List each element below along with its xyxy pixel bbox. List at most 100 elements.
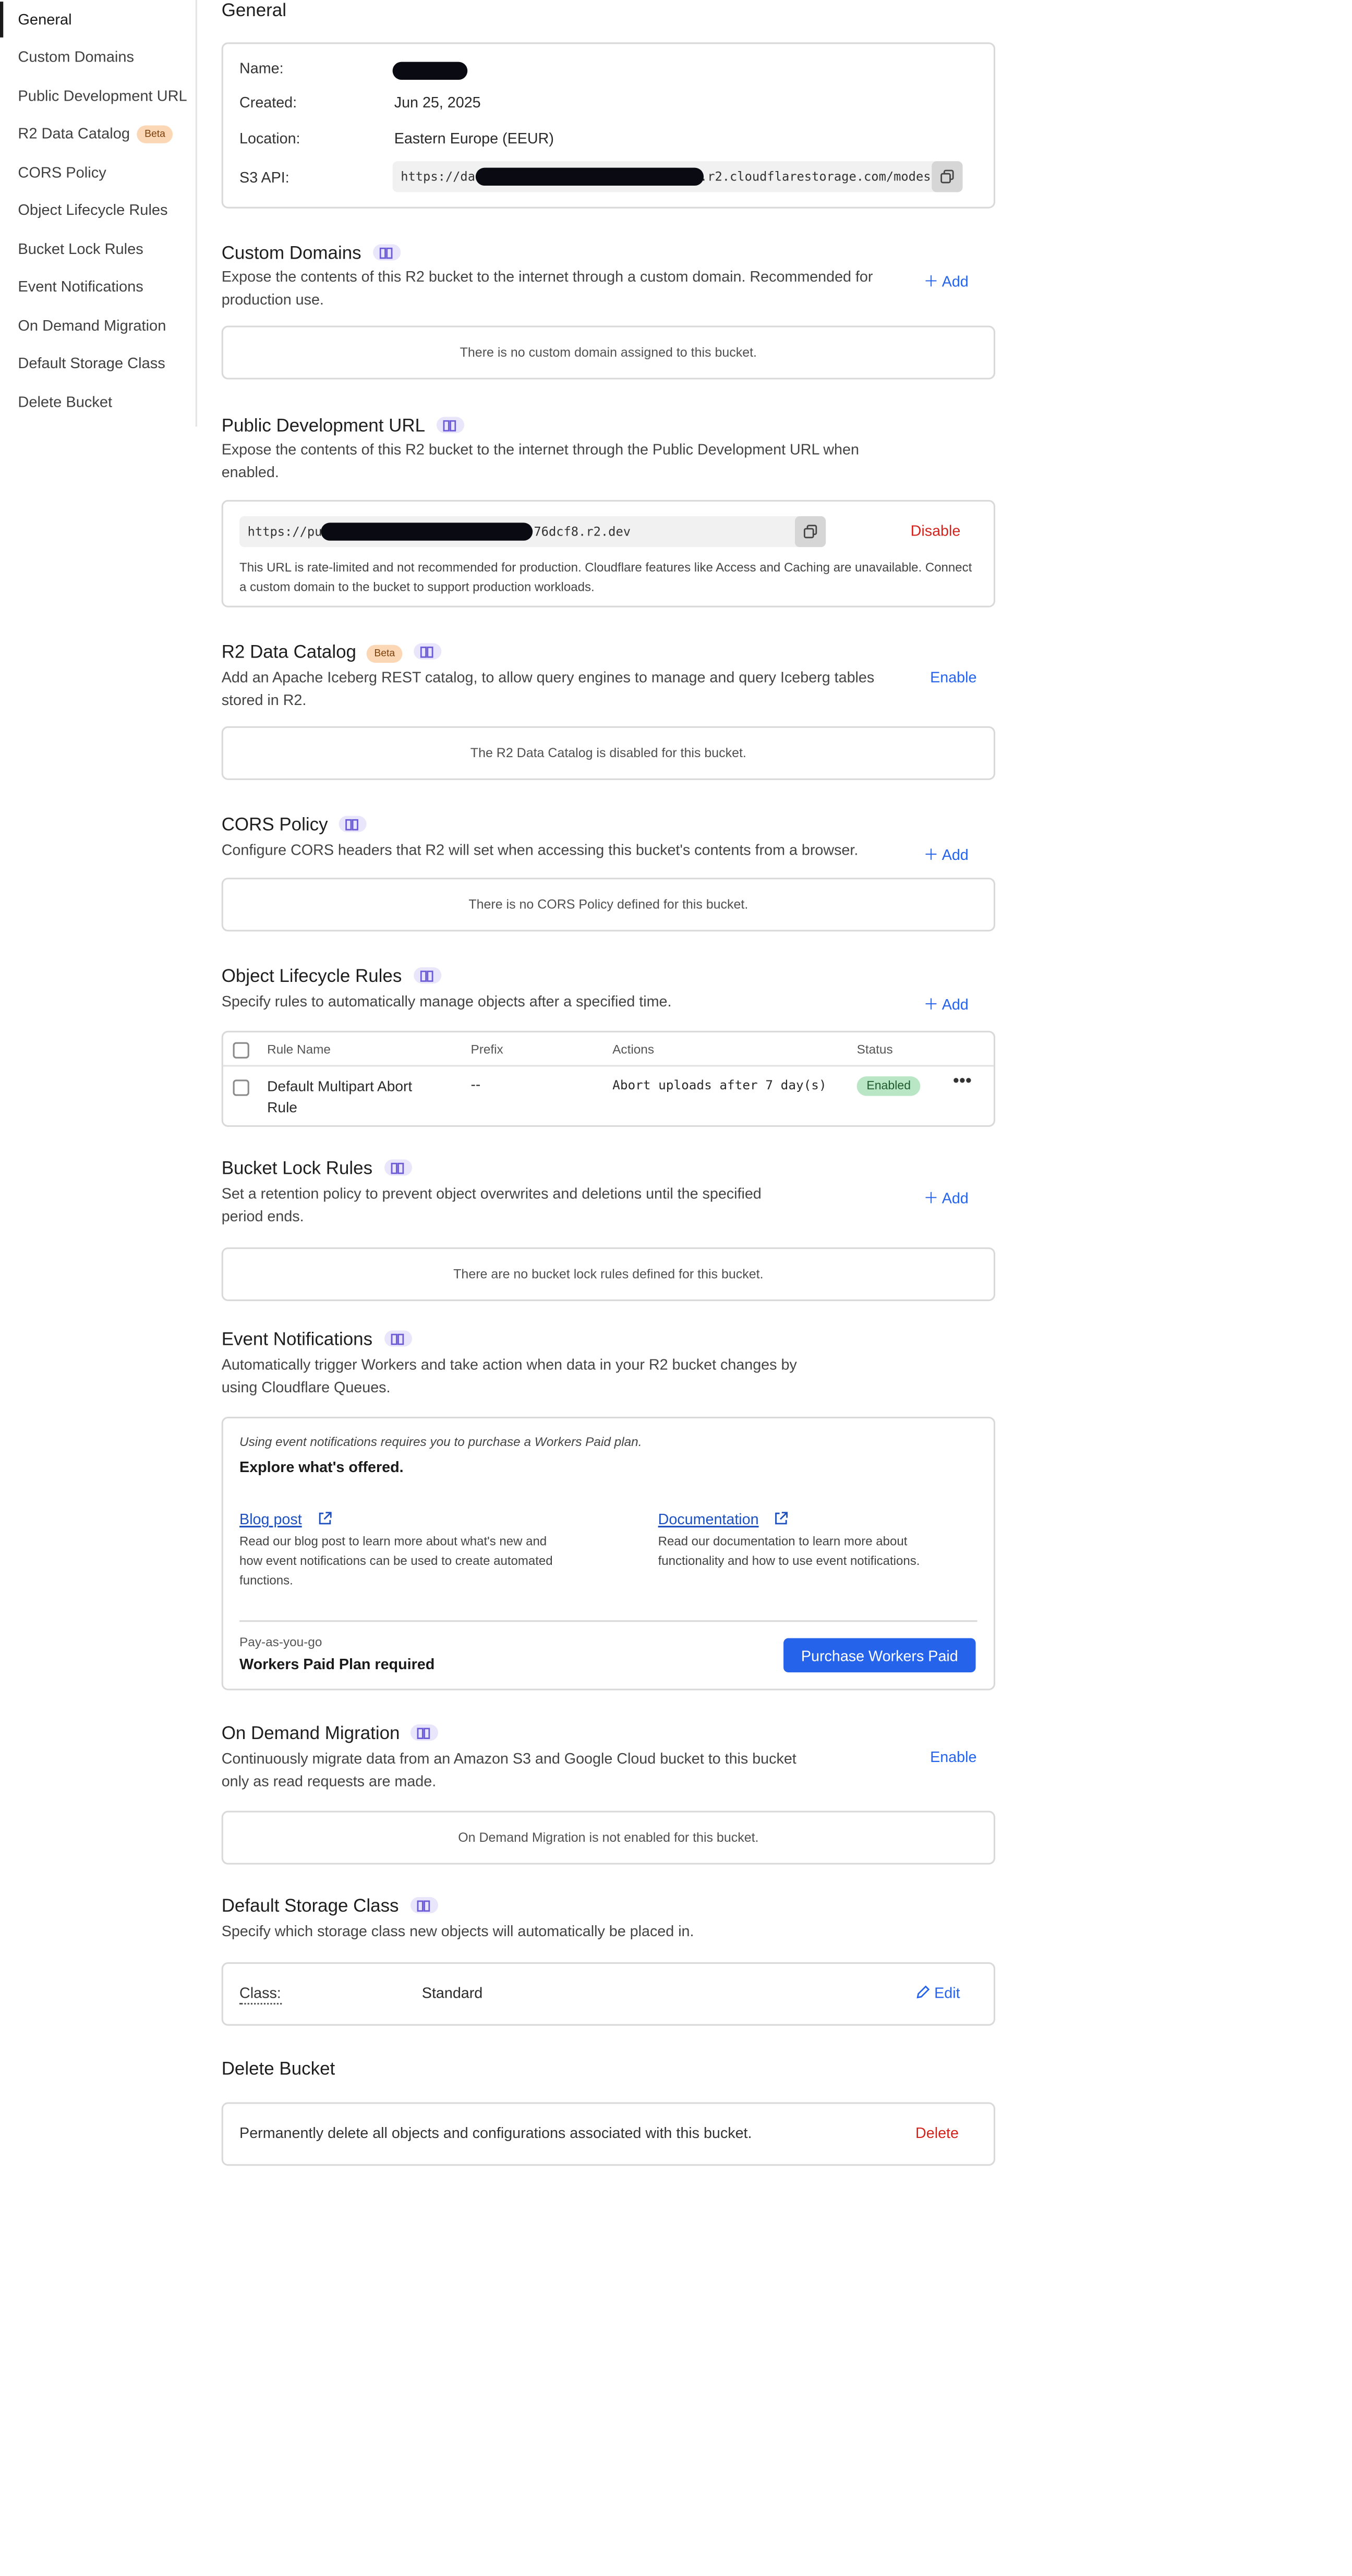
empty-state-card: There is no custom domain assigned to th… bbox=[221, 325, 996, 380]
section-title-public-dev-url: Public Development URL bbox=[222, 417, 464, 436]
section-description: Add an Apache Iceberg REST catalog, to a… bbox=[221, 669, 875, 708]
delete-bucket-button[interactable]: Delete bbox=[915, 2125, 959, 2141]
button-label: Add bbox=[941, 273, 969, 290]
disable-button[interactable]: Disable bbox=[911, 523, 961, 539]
created-label: Created: bbox=[239, 94, 297, 111]
title-text: CORS Policy bbox=[221, 816, 328, 835]
sidebar-item-on-demand-migration[interactable]: On Demand Migration bbox=[0, 308, 196, 344]
s3-api-field[interactable]: https://da .r2.cloudflarestorage.com/mode… bbox=[392, 161, 963, 192]
docs-icon[interactable] bbox=[411, 1724, 439, 1741]
add-bucket-lock-rule-button[interactable]: ＋ Add bbox=[924, 1185, 969, 1208]
sidebar-item-default-storage-class[interactable]: Default Storage Class bbox=[0, 345, 196, 381]
copy-icon bbox=[940, 169, 954, 184]
sidebar-item-label: Custom Domains bbox=[18, 48, 135, 65]
empty-state-card: On Demand Migration is not enabled for t… bbox=[221, 1811, 996, 1865]
general-card: Name: Created: Jun 25, 2025 Location: Ea… bbox=[221, 42, 996, 209]
class-value: Standard bbox=[421, 1985, 483, 2001]
sidebar-item-general[interactable]: General bbox=[0, 2, 196, 38]
copy-button[interactable] bbox=[794, 516, 826, 548]
empty-state-text: There are no bucket lock rules defined f… bbox=[453, 1267, 764, 1282]
link-label: Blog post bbox=[239, 1511, 302, 1528]
sidebar-item-custom-domains[interactable]: Custom Domains bbox=[0, 39, 196, 75]
empty-state-text: The R2 Data Catalog is disabled for this… bbox=[470, 746, 746, 761]
plus-icon: ＋ bbox=[923, 846, 939, 864]
copy-icon bbox=[803, 525, 817, 539]
copy-button[interactable] bbox=[932, 161, 963, 192]
row-checkbox[interactable] bbox=[233, 1079, 249, 1096]
empty-state-text: There is no CORS Policy defined for this… bbox=[468, 897, 749, 912]
sidebar-item-cors-policy[interactable]: CORS Policy bbox=[0, 155, 196, 191]
sidebar-item-r2-data-catalog[interactable]: R2 Data Catalog Beta bbox=[0, 116, 196, 152]
documentation-link[interactable]: Documentation bbox=[658, 1503, 789, 1532]
redacted-dev-url bbox=[321, 523, 533, 541]
column-header-rule-name: Rule Name bbox=[267, 1042, 331, 1057]
section-title-default-storage-class: Default Storage Class bbox=[222, 1897, 438, 1917]
divider bbox=[223, 1065, 994, 1067]
s3-api-label: S3 API: bbox=[239, 169, 289, 186]
location-label: Location: bbox=[239, 130, 300, 147]
add-cors-policy-button[interactable]: ＋ Add bbox=[924, 842, 969, 865]
button-label: Add bbox=[941, 846, 969, 864]
section-title-event-notifications: Event Notifications bbox=[222, 1330, 412, 1350]
title-text: Bucket Lock Rules bbox=[221, 1159, 373, 1179]
section-description: Specify which storage class new objects … bbox=[221, 1923, 694, 1940]
dev-url-suffix: 76dcf8.r2.dev bbox=[534, 524, 631, 539]
more-options-icon[interactable]: ••• bbox=[953, 1072, 972, 1091]
sidebar-item-label: R2 Data Catalog bbox=[18, 125, 130, 142]
blog-post-description: Read our blog post to learn more about w… bbox=[239, 1534, 553, 1587]
delete-bucket-card: Permanently delete all objects and confi… bbox=[221, 2102, 996, 2166]
rate-limit-note: This URL is rate-limited and not recomme… bbox=[239, 560, 972, 594]
docs-icon[interactable] bbox=[410, 1897, 438, 1914]
dev-url-prefix: https://pu bbox=[247, 524, 322, 539]
sidebar-item-label: Default Storage Class bbox=[18, 355, 165, 371]
empty-state-card: The R2 Data Catalog is disabled for this… bbox=[221, 726, 996, 780]
docs-icon[interactable] bbox=[383, 1330, 412, 1347]
divider bbox=[239, 1620, 977, 1622]
plan-caption: Pay-as-you-go bbox=[239, 1635, 322, 1650]
sidebar: General Custom Domains Public Developmen… bbox=[0, 0, 197, 427]
section-title-delete-bucket: Delete Bucket bbox=[221, 2060, 335, 2080]
docs-icon[interactable] bbox=[414, 643, 442, 660]
sidebar-item-object-lifecycle-rules[interactable]: Object Lifecycle Rules bbox=[0, 192, 196, 228]
docs-icon[interactable] bbox=[372, 244, 401, 261]
edit-storage-class-button[interactable]: Edit bbox=[915, 1985, 960, 2001]
column-header-prefix: Prefix bbox=[470, 1042, 503, 1057]
sidebar-item-label: Bucket Lock Rules bbox=[18, 241, 143, 258]
section-description: Expose the contents of this R2 bucket to… bbox=[221, 269, 873, 307]
enable-migration-button[interactable]: Enable bbox=[930, 1749, 976, 1765]
docs-icon[interactable] bbox=[413, 967, 441, 984]
docs-icon[interactable] bbox=[436, 417, 464, 433]
name-label: Name: bbox=[239, 60, 284, 77]
section-title-data-catalog: R2 Data Catalog Beta bbox=[222, 643, 442, 663]
title-text: R2 Data Catalog bbox=[221, 643, 357, 663]
dev-url-field[interactable]: https://pu 76dcf8.r2.dev bbox=[239, 516, 826, 548]
select-all-checkbox[interactable] bbox=[233, 1042, 249, 1059]
beta-badge: Beta bbox=[366, 645, 403, 663]
enable-data-catalog-button[interactable]: Enable bbox=[930, 669, 976, 685]
docs-icon[interactable] bbox=[339, 816, 367, 832]
section-title-on-demand-migration: On Demand Migration bbox=[222, 1724, 439, 1744]
button-label: Add bbox=[941, 997, 969, 1013]
class-label: Class: bbox=[239, 1985, 281, 2005]
blog-post-link[interactable]: Blog post bbox=[239, 1503, 332, 1532]
lifecycle-rules-table: Rule Name Prefix Actions Status Default … bbox=[221, 1030, 996, 1127]
add-custom-domain-button[interactable]: ＋ Add bbox=[924, 269, 969, 291]
plus-icon: ＋ bbox=[923, 273, 939, 290]
prefix-cell: -- bbox=[470, 1076, 481, 1093]
section-title-cors-policy: CORS Policy bbox=[222, 816, 367, 835]
created-value: Jun 25, 2025 bbox=[394, 94, 481, 111]
sidebar-item-label: On Demand Migration bbox=[18, 317, 166, 334]
empty-state-text: There is no custom domain assigned to th… bbox=[460, 345, 757, 360]
sidebar-item-bucket-lock-rules[interactable]: Bucket Lock Rules bbox=[0, 231, 196, 267]
sidebar-item-public-development-url[interactable]: Public Development URL bbox=[0, 78, 196, 114]
sidebar-item-label: Delete Bucket bbox=[18, 394, 113, 410]
sidebar-item-delete-bucket[interactable]: Delete Bucket bbox=[0, 384, 196, 420]
sidebar-item-event-notifications[interactable]: Event Notifications bbox=[0, 269, 196, 305]
status-badge: Enabled bbox=[856, 1076, 921, 1096]
docs-icon[interactable] bbox=[383, 1159, 412, 1176]
purchase-workers-paid-button[interactable]: Purchase Workers Paid bbox=[783, 1638, 976, 1673]
sidebar-item-label: Event Notifications bbox=[18, 278, 143, 295]
title-text: Custom Domains bbox=[221, 244, 361, 264]
add-lifecycle-rule-button[interactable]: ＋ Add bbox=[924, 992, 969, 1015]
plan-title: Workers Paid Plan required bbox=[239, 1656, 435, 1673]
